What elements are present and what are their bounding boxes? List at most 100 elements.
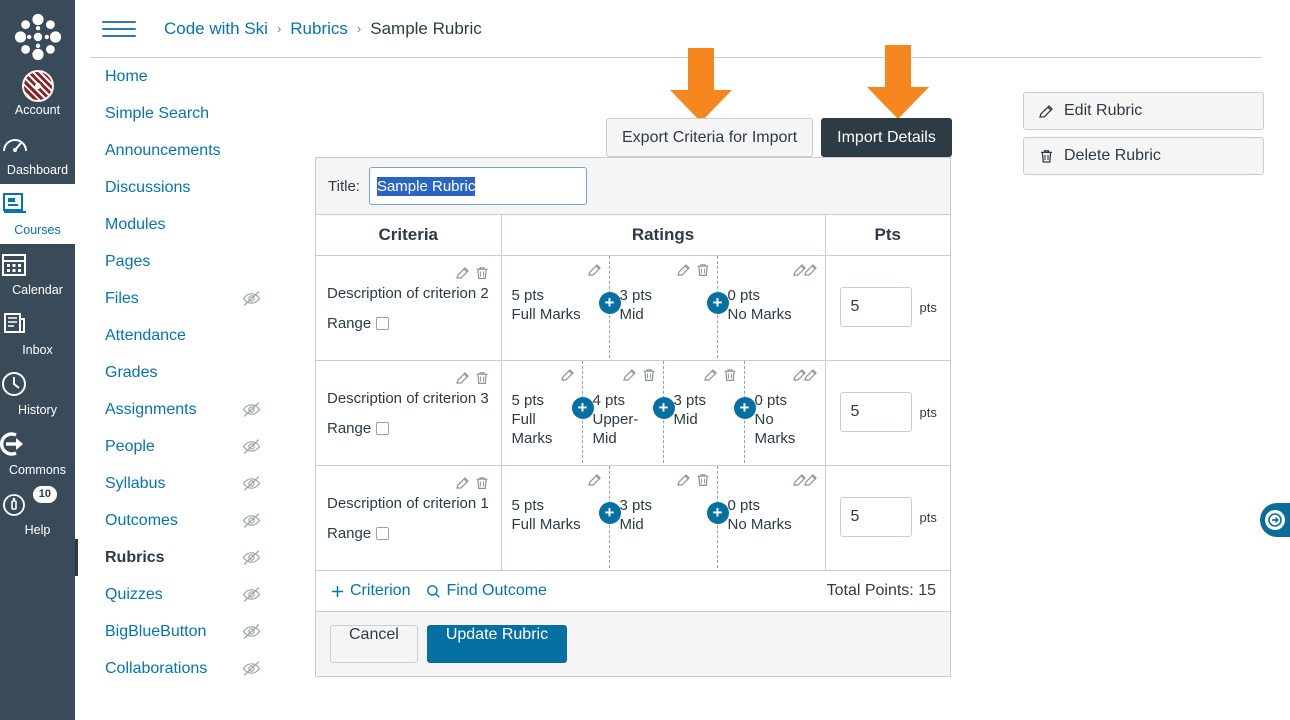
rating-points: 5 pts <box>511 497 545 514</box>
edit-rating-icon[interactable] <box>676 472 692 490</box>
course-nav-item-home[interactable]: Home <box>75 58 285 95</box>
global-nav-label: Calendar <box>12 283 63 297</box>
course-nav-item-assignments[interactable]: Assignments <box>75 391 285 428</box>
edit-criterion-icon[interactable] <box>455 265 471 283</box>
course-nav-item-pages[interactable]: Pages <box>75 243 285 280</box>
rating-points: 4 pts <box>592 392 626 409</box>
course-nav-item-files[interactable]: Files <box>75 280 285 317</box>
avatar <box>0 70 75 102</box>
rubric-criterion-row: Description of criterion 3 Range 5 pts Full… <box>316 360 950 466</box>
course-nav-item-quizzes[interactable]: Quizzes <box>75 576 285 613</box>
global-nav-item-inbox[interactable]: Inbox <box>0 304 75 364</box>
edit-rating-icon[interactable] <box>587 262 603 280</box>
edit-rating-icon[interactable] <box>676 262 692 280</box>
edit-rating-icon[interactable] <box>587 472 603 490</box>
canvas-logo[interactable] <box>11 10 65 64</box>
hamburger-icon[interactable] <box>102 16 136 42</box>
delete-rating-icon[interactable] <box>722 367 738 385</box>
delete-rating-icon[interactable] <box>641 367 657 385</box>
edit-rating-icon[interactable] <box>622 367 638 385</box>
course-nav-item-bigbluebutton[interactable]: BigBlueButton <box>75 613 285 650</box>
edit-criterion-icon[interactable] <box>455 475 471 493</box>
course-nav-item-modules[interactable]: Modules <box>75 206 285 243</box>
find-outcome-button[interactable]: Find Outcome <box>426 582 547 600</box>
chat-tab-button[interactable] <box>1260 503 1290 537</box>
hidden-from-students-eye-icon <box>242 511 261 530</box>
delete-criterion-icon[interactable] <box>474 370 490 388</box>
course-nav-item-collaborations[interactable]: Collaborations <box>75 650 285 687</box>
course-nav-label: Pages <box>105 253 151 270</box>
global-nav-label: Inbox <box>22 343 53 357</box>
rubric-io-buttons: Export Criteria for Import Import Detail… <box>606 118 952 157</box>
global-nav-item-calendar[interactable]: Calendar <box>0 244 75 304</box>
rubric-action-bar: Cancel Update Rubric <box>316 612 950 676</box>
edit-rating-icon[interactable] <box>560 367 576 385</box>
global-nav-item-help[interactable]: 10 Help <box>0 484 75 544</box>
add-rating-button[interactable]: + <box>706 502 729 524</box>
course-nav-label: Modules <box>105 216 166 233</box>
global-nav-item-courses[interactable]: Courses <box>0 184 75 244</box>
hidden-from-students-eye-icon <box>242 437 261 456</box>
global-nav-item-dashboard[interactable]: Dashboard <box>0 124 75 184</box>
course-nav-item-outcomes[interactable]: Outcomes <box>75 502 285 539</box>
delete-rating-icon[interactable] <box>695 472 711 490</box>
range-checkbox[interactable] <box>376 422 390 435</box>
rubric-title-input[interactable]: Sample Rubric <box>368 167 587 205</box>
hidden-from-students-eye-icon <box>242 622 261 641</box>
criterion-points-input[interactable] <box>839 392 912 432</box>
breadcrumb-item-rubrics[interactable]: Rubrics <box>290 19 348 39</box>
edit-rating-icon[interactable] <box>703 367 719 385</box>
course-nav-item-syllabus[interactable]: Syllabus <box>75 465 285 502</box>
global-nav-item-commons[interactable]: Commons <box>0 424 75 484</box>
course-nav-item-people[interactable]: People <box>75 428 285 465</box>
search-icon <box>426 584 441 599</box>
course-nav-item-discussions[interactable]: Discussions <box>75 169 285 206</box>
rating-label: Full Marks <box>511 306 581 323</box>
range-checkbox[interactable] <box>376 527 390 540</box>
delete-criterion-icon[interactable] <box>474 475 490 493</box>
rubric-editor: Title: Sample Rubric Criteria Ratings Pt… <box>315 157 951 677</box>
edit-points-icon[interactable] <box>792 262 808 280</box>
cancel-button[interactable]: Cancel <box>330 625 418 663</box>
course-navigation: Home Simple Search Announcements Discussion… <box>75 58 285 687</box>
delete-rating-icon[interactable] <box>695 262 711 280</box>
add-rating-button[interactable]: + <box>706 292 729 314</box>
global-nav-item-account[interactable]: Account <box>0 64 75 124</box>
course-nav-label: Rubrics <box>105 549 165 566</box>
delete-criterion-icon[interactable] <box>474 265 490 283</box>
course-nav-item-simple-search[interactable]: Simple Search <box>75 95 285 132</box>
course-nav-item-rubrics[interactable]: Rubrics <box>75 539 285 576</box>
add-rating-button[interactable]: + <box>598 292 621 314</box>
course-nav-item-grades[interactable]: Grades <box>75 354 285 391</box>
course-nav-item-announcements[interactable]: Announcements <box>75 132 285 169</box>
add-criterion-button[interactable]: Criterion <box>330 582 410 600</box>
delete-rubric-button[interactable]: Delete Rubric <box>1023 137 1264 175</box>
add-rating-button[interactable]: + <box>652 397 675 419</box>
criterion-points-input[interactable] <box>839 287 912 327</box>
breadcrumb-item-course[interactable]: Code with Ski <box>164 19 268 39</box>
criterion-points-input[interactable] <box>839 497 912 537</box>
hidden-from-students-eye-icon <box>242 474 261 493</box>
course-nav-label: Syllabus <box>105 475 166 492</box>
edit-points-icon[interactable] <box>792 472 808 490</box>
global-nav-item-history[interactable]: History <box>0 364 75 424</box>
find-outcome-label: Find Outcome <box>446 582 547 599</box>
add-rating-button[interactable]: + <box>733 397 756 419</box>
course-nav-item-attendance[interactable]: Attendance <box>75 317 285 354</box>
edit-points-icon[interactable] <box>792 367 808 385</box>
add-rating-button[interactable]: + <box>598 502 621 524</box>
edit-criterion-icon[interactable] <box>455 370 471 388</box>
points-suffix: pts <box>919 299 937 315</box>
edit-rubric-button[interactable]: Edit Rubric <box>1023 92 1264 130</box>
title-label: Title: <box>328 177 360 195</box>
export-criteria-button[interactable]: Export Criteria for Import <box>606 118 814 157</box>
edit-rubric-label: Edit Rubric <box>1064 102 1143 119</box>
update-rubric-button[interactable]: Update Rubric <box>426 625 568 663</box>
range-checkbox[interactable] <box>376 317 390 330</box>
hidden-from-students-eye-icon <box>242 289 261 308</box>
import-details-button[interactable]: Import Details <box>821 118 952 157</box>
global-navigation: Account Dashboard Courses Calendar Inbox… <box>0 0 75 720</box>
rating-points: 3 pts <box>619 287 653 304</box>
column-header-pts: Pts <box>825 215 950 256</box>
add-rating-button[interactable]: + <box>571 397 594 419</box>
